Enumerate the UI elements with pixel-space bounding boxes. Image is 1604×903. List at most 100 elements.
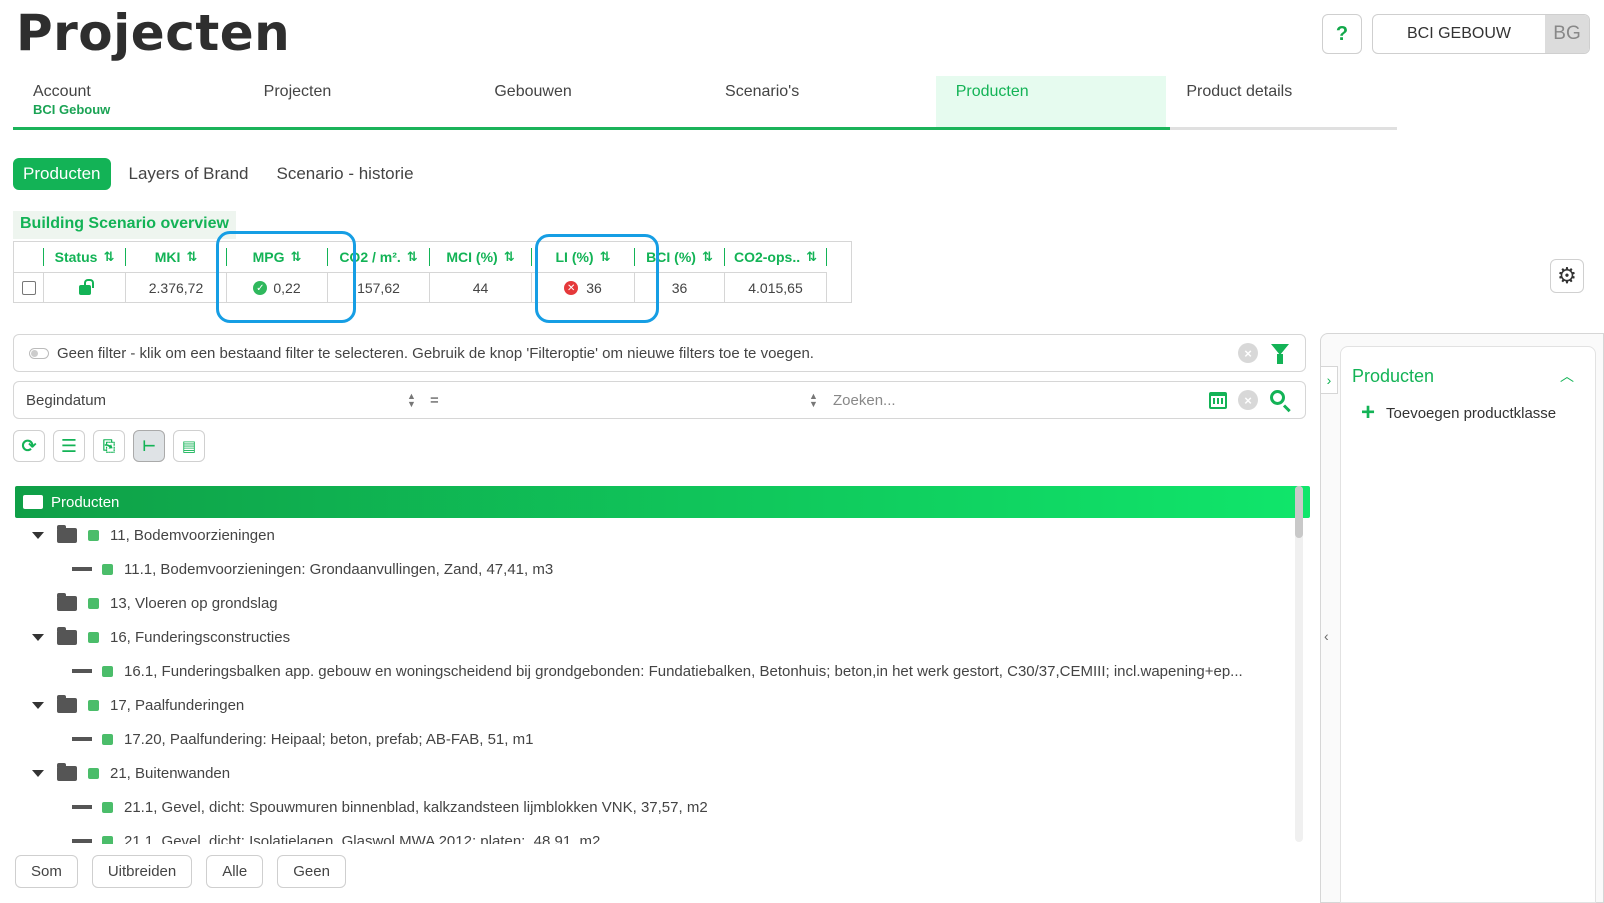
status-square-icon — [88, 699, 99, 711]
header-co2-ops[interactable]: CO2-ops.. ⇅ — [725, 248, 827, 266]
sort-icon[interactable]: ⇅ — [806, 249, 817, 265]
avatar: BG — [1545, 15, 1589, 53]
header-select — [14, 248, 44, 266]
filter-toggle[interactable] — [29, 347, 49, 359]
header-mci[interactable]: MCI (%) ⇅ — [430, 248, 532, 266]
status-square-icon — [102, 801, 113, 813]
tree-row[interactable]: 13, Vloeren op grondslag — [15, 586, 1310, 620]
status-square-icon — [88, 597, 99, 609]
calendar-icon[interactable] — [1209, 392, 1227, 409]
search-input[interactable]: Zoeken... — [833, 382, 1193, 418]
tree-row[interactable]: 16, Funderingsconstructies — [15, 620, 1310, 654]
leaf-dash-icon — [72, 839, 92, 843]
settings-button[interactable]: ⚙ — [1550, 259, 1584, 293]
tree-row[interactable]: 16.1, Funderingsbalken app. gebouw en wo… — [15, 654, 1310, 688]
status-cell — [44, 273, 126, 303]
plus-icon: + — [1361, 399, 1376, 426]
uitbreiden-button[interactable]: Uitbreiden — [91, 855, 193, 888]
tree-view-button[interactable]: ⊢ — [133, 430, 165, 462]
bottom-button-bar: Som Uitbreiden Alle Geen — [15, 855, 346, 888]
subtab-scenario-historie[interactable]: Scenario - historie — [267, 158, 424, 190]
tree-structure-icon: ⊢ — [142, 438, 156, 455]
row-checkbox[interactable] — [21, 281, 36, 295]
folder-icon — [57, 694, 77, 713]
sort-icon[interactable]: ⇅ — [702, 249, 713, 265]
som-button[interactable]: Som — [15, 855, 78, 888]
tree-row[interactable]: 11, Bodemvoorzieningen — [15, 518, 1310, 552]
tree-row[interactable]: 21.1, Gevel, dicht: Isolatielagen, Glasw… — [15, 824, 1310, 844]
tree-scrollbar-thumb[interactable] — [1295, 486, 1303, 538]
tab-account[interactable]: Account BCI Gebouw — [13, 76, 244, 127]
tree-row[interactable]: 17.20, Paalfundering: Heipaal; beton, pr… — [15, 722, 1310, 756]
tree-scrollbar[interactable] — [1295, 486, 1303, 842]
refresh-icon: ⟳ — [21, 435, 37, 456]
caret-down-icon[interactable] — [32, 531, 44, 539]
clear-search-icon[interactable]: × — [1238, 390, 1258, 410]
refresh-button[interactable]: ⟳ — [13, 430, 45, 462]
folder-open-icon — [23, 495, 43, 509]
status-square-icon — [102, 835, 113, 844]
chevron-up-icon[interactable]: ︿ — [1560, 366, 1574, 386]
help-button[interactable]: ? — [1322, 14, 1362, 54]
sort-icon[interactable]: ⇅ — [103, 249, 114, 265]
sort-icon[interactable]: ⇅ — [407, 249, 418, 265]
leaf-dash-icon — [72, 805, 92, 809]
header-status-label: Status — [54, 249, 98, 265]
sort-icon[interactable]: ⇅ — [504, 249, 515, 265]
alle-button[interactable]: Alle — [206, 855, 264, 888]
tab-scenarios[interactable]: Scenario's — [705, 76, 936, 127]
folder-icon — [57, 626, 77, 645]
caret-down-icon[interactable] — [32, 633, 44, 641]
filter-bar[interactable]: Geen filter - klik om een bestaand filte… — [13, 334, 1306, 372]
tab-product-details-label: Product details — [1186, 83, 1293, 100]
tree-row[interactable]: 21.1, Gevel, dicht: Spouwmuren binnenbla… — [15, 790, 1310, 824]
list-view-button[interactable]: ☰ — [53, 430, 85, 462]
archive-button[interactable]: ▤ — [173, 430, 205, 462]
status-square-icon — [102, 665, 113, 677]
tab-producten[interactable]: Producten — [935, 76, 1167, 127]
folder-icon — [57, 762, 77, 781]
caret-down-icon[interactable] — [32, 701, 44, 709]
subtab-producten[interactable]: Producten — [13, 158, 111, 190]
export-button[interactable]: ⎘ — [93, 430, 125, 462]
header-status[interactable]: Status ⇅ — [44, 248, 126, 266]
subtab-layers-of-brand[interactable]: Layers of Brand — [119, 158, 259, 190]
clear-filter-icon[interactable]: × — [1238, 343, 1258, 363]
tree-row[interactable]: 21, Buitenwanden — [15, 756, 1310, 790]
user-menu-button[interactable]: BCI GEBOUW BG — [1372, 14, 1590, 54]
main-tabs: Account BCI Gebouw Projecten Gebouwen Sc… — [13, 76, 1397, 130]
tree-row[interactable]: 11.1, Bodemvoorzieningen: Grondaanvullin… — [15, 552, 1310, 586]
tab-projecten[interactable]: Projecten — [244, 76, 475, 127]
tree-row-label: 13, Vloeren op grondslag — [110, 594, 278, 612]
tree-row-label: 17, Paalfunderingen — [110, 696, 245, 714]
tree-root[interactable]: Producten — [15, 486, 1310, 518]
overview-data-row: 2.376,72 ✓ 0,22 157,62 44 ✕ 36 36 4.015,65 — [14, 272, 827, 303]
row-select-cell — [14, 273, 44, 303]
tree-row[interactable]: 17, Paalfunderingen — [15, 688, 1310, 722]
unlock-icon[interactable] — [78, 279, 94, 295]
search-icon[interactable] — [1270, 390, 1285, 405]
caret-down-icon[interactable] — [32, 769, 44, 777]
caret-placeholder — [32, 600, 44, 607]
co2-ops-value: 4.015,65 — [725, 273, 827, 303]
chevron-right-icon[interactable]: › — [1320, 366, 1338, 394]
add-product-class-button[interactable]: + Toevoegen productklasse — [1361, 399, 1557, 426]
folder-icon — [57, 524, 77, 543]
leaf-dash-icon — [72, 567, 92, 571]
tree-row-label: 21.1, Gevel, dicht: Spouwmuren binnenbla… — [124, 798, 708, 816]
chevron-left-icon[interactable]: ‹ — [1324, 628, 1329, 644]
tab-account-label: Account — [33, 83, 91, 100]
sort-icon[interactable]: ⇅ — [186, 249, 197, 265]
tab-gebouwen[interactable]: Gebouwen — [474, 76, 705, 127]
geen-button[interactable]: Geen — [277, 855, 346, 888]
search-field-select[interactable]: Begindatum — [26, 382, 416, 418]
status-square-icon — [88, 631, 99, 643]
filter-icon[interactable] — [1271, 344, 1289, 364]
tree-toolbar: ⟳ ☰ ⎘ ⊢ ▤ — [13, 430, 205, 462]
archive-icon: ▤ — [181, 438, 197, 455]
leaf-dash-icon — [72, 737, 92, 741]
header-mki[interactable]: MKI ⇅ — [126, 248, 227, 266]
tab-product-details[interactable]: Product details — [1166, 76, 1397, 127]
search-operator-select[interactable]: = — [430, 382, 820, 418]
add-product-class-label: Toevoegen productklasse — [1386, 404, 1557, 422]
